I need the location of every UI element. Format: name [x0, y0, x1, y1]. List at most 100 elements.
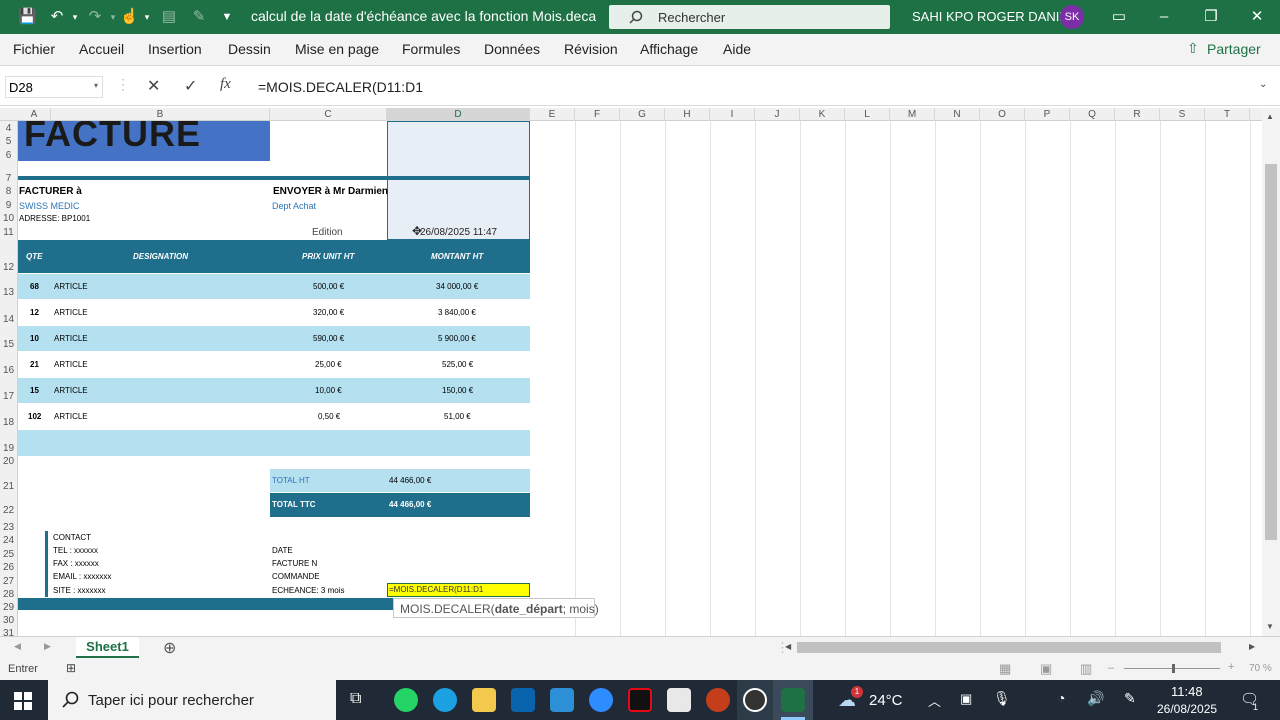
- col-header-g[interactable]: G: [620, 108, 665, 121]
- next-sheet-icon[interactable]: ▶: [44, 641, 51, 652]
- col-header-k[interactable]: K: [800, 108, 845, 121]
- row-header[interactable]: 26: [0, 562, 17, 573]
- row-header[interactable]: 5: [0, 136, 17, 147]
- meet-now-icon[interactable]: ▣: [960, 691, 972, 707]
- outlook-icon[interactable]: [511, 688, 535, 712]
- zoom-in-icon[interactable]: +: [1228, 661, 1234, 673]
- row-header[interactable]: 28: [0, 589, 17, 600]
- row-header[interactable]: 9: [0, 200, 17, 211]
- row-header[interactable]: 6: [0, 150, 17, 161]
- col-header-f[interactable]: F: [575, 108, 620, 121]
- col-header-a[interactable]: A: [18, 108, 51, 121]
- formula-input[interactable]: =MOIS.DECALER(D11:D1: [258, 79, 423, 95]
- microphone-icon[interactable]: 🎙: [993, 690, 1011, 707]
- netflix-icon[interactable]: [628, 688, 652, 712]
- powerpoint-icon[interactable]: [706, 688, 730, 712]
- taskbar-search[interactable]: Taper ici pour rechercher: [48, 680, 336, 720]
- undo-icon[interactable]: ↶: [48, 8, 66, 26]
- obs-icon[interactable]: [743, 688, 767, 712]
- temperature[interactable]: 24°C: [869, 692, 903, 709]
- touch-mode-icon[interactable]: ☝: [120, 8, 139, 26]
- share-button[interactable]: ⇧ Partager: [1185, 38, 1268, 62]
- whatsapp-icon[interactable]: [394, 688, 418, 712]
- prev-sheet-icon[interactable]: ◀: [14, 641, 21, 652]
- tray-overflow-icon[interactable]: ︿: [928, 691, 941, 710]
- zoom-level[interactable]: 70 %: [1249, 663, 1272, 674]
- col-header-p[interactable]: P: [1025, 108, 1070, 121]
- row-header[interactable]: 4: [0, 123, 17, 134]
- function-tooltip[interactable]: MOIS.DECALER(date_départ; mois): [393, 598, 599, 618]
- undo-dropdown-icon[interactable]: ▾: [66, 8, 84, 26]
- col-header-e[interactable]: E: [530, 108, 575, 121]
- row-header[interactable]: 13: [0, 287, 17, 298]
- row-header[interactable]: 22: [0, 505, 17, 516]
- row-header[interactable]: 11: [0, 227, 17, 238]
- tab-formules[interactable]: Formules: [402, 41, 460, 57]
- col-header-m[interactable]: M: [890, 108, 935, 121]
- tab-fichier[interactable]: Fichier: [13, 41, 55, 57]
- row-header[interactable]: 14: [0, 314, 17, 325]
- tab-revision[interactable]: Révision: [564, 41, 618, 57]
- col-header-c[interactable]: C: [270, 108, 387, 121]
- enter-icon[interactable]: ✓: [184, 76, 197, 96]
- user-name[interactable]: SAHI KPO ROGER DANIEL: [912, 9, 1075, 24]
- scroll-up-icon[interactable]: ▲: [1266, 112, 1274, 121]
- avatar[interactable]: SK: [1060, 5, 1084, 29]
- clock-date[interactable]: 26/08/2025: [1157, 702, 1217, 716]
- store-icon[interactable]: [550, 688, 574, 712]
- scroll-thumb[interactable]: [1265, 164, 1277, 540]
- row-header[interactable]: 20: [0, 456, 17, 467]
- clock-time[interactable]: 11:48: [1171, 684, 1203, 699]
- minimize-icon[interactable]: –: [1155, 8, 1173, 26]
- col-header-d[interactable]: D: [387, 108, 530, 121]
- normal-view-icon[interactable]: ▦: [999, 661, 1011, 677]
- name-box[interactable]: D28 ▾: [5, 76, 103, 98]
- col-header-j[interactable]: J: [755, 108, 800, 121]
- page-layout-icon[interactable]: ▣: [1040, 661, 1052, 677]
- zoom-app-icon[interactable]: [589, 688, 613, 712]
- col-header-i[interactable]: I: [710, 108, 755, 121]
- tab-accueil[interactable]: Accueil: [79, 41, 124, 57]
- add-sheet-icon[interactable]: ⊕: [163, 638, 176, 658]
- tab-affichage[interactable]: Affichage: [640, 41, 698, 57]
- tab-aide[interactable]: Aide: [723, 41, 751, 57]
- hscroll-right-icon[interactable]: ▶: [1249, 642, 1255, 651]
- row-header[interactable]: 8: [0, 186, 17, 197]
- zoom-handle[interactable]: [1172, 664, 1175, 673]
- col-header-q[interactable]: Q: [1070, 108, 1115, 121]
- tab-insertion[interactable]: Insertion: [148, 41, 202, 57]
- edge-icon[interactable]: [433, 688, 457, 712]
- insert-function-button[interactable]: fx: [220, 76, 231, 93]
- col-header-o[interactable]: O: [980, 108, 1025, 121]
- tab-mise-en-page[interactable]: Mise en page: [295, 41, 379, 57]
- row-header[interactable]: 15: [0, 339, 17, 350]
- col-header-s[interactable]: S: [1160, 108, 1205, 121]
- task-view-icon[interactable]: ⧉: [350, 690, 361, 708]
- name-box-dropdown-icon[interactable]: ▾: [94, 81, 98, 90]
- hscroll-thumb[interactable]: [797, 642, 1221, 653]
- col-header-b[interactable]: B: [51, 108, 270, 121]
- windows-start-icon[interactable]: [14, 692, 32, 710]
- cancel-icon[interactable]: ✕: [147, 76, 160, 96]
- row-header[interactable]: 18: [0, 417, 17, 428]
- col-header-r[interactable]: R: [1115, 108, 1160, 121]
- col-header-h[interactable]: H: [665, 108, 710, 121]
- row-header[interactable]: 21: [0, 481, 17, 492]
- close-icon[interactable]: ✕: [1248, 8, 1266, 26]
- row-header[interactable]: 30: [0, 615, 17, 626]
- row-header[interactable]: 17: [0, 391, 17, 402]
- ribbon-display-icon[interactable]: ▭: [1110, 8, 1128, 26]
- row-header[interactable]: 16: [0, 365, 17, 376]
- scroll-down-icon[interactable]: ▼: [1266, 622, 1274, 631]
- file-explorer-icon[interactable]: [472, 688, 496, 712]
- wifi-icon[interactable]: ◔: [1057, 690, 1065, 706]
- row-header[interactable]: 10: [0, 213, 17, 224]
- row-header[interactable]: 29: [0, 602, 17, 613]
- accessibility-icon[interactable]: ⊞: [66, 661, 76, 675]
- expand-formula-icon[interactable]: ⌄: [1259, 79, 1267, 90]
- row-header[interactable]: 24: [0, 535, 17, 546]
- col-header-t[interactable]: T: [1205, 108, 1250, 121]
- sheet-tab-sheet1[interactable]: Sheet1: [76, 637, 139, 658]
- search-box[interactable]: Rechercher: [609, 5, 890, 29]
- save-icon[interactable]: 💾: [18, 8, 37, 26]
